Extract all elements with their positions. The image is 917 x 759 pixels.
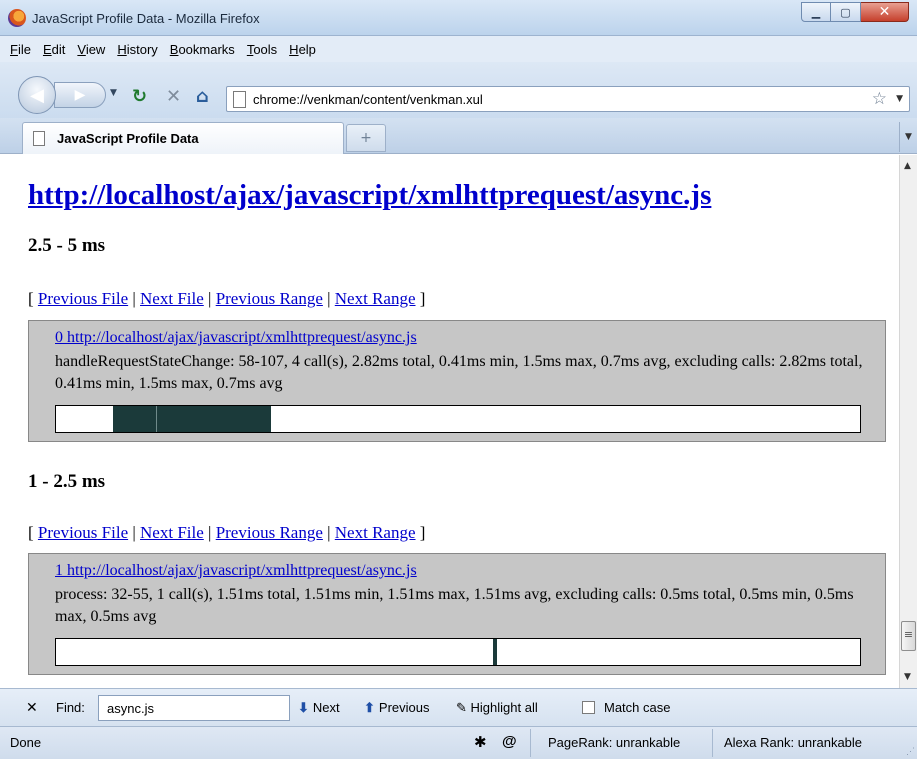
range-heading: 1 - 2.5 ms [28,471,106,492]
entry-link[interactable]: 0 http://localhost/ajax/javascript/xmlht… [55,329,417,347]
timing-bar-tick [156,406,157,432]
timing-bar-fill [113,406,271,432]
url-bar[interactable]: chrome://venkman/content/venkman.xul ☆ ▼ [226,86,910,112]
arrow-up-icon: ⬆ [364,700,375,715]
back-button[interactable]: ◀ [18,76,56,114]
entry-stats: handleRequestStateChange: 58-107, 4 call… [55,353,863,392]
status-text: Done [10,735,42,750]
file-link[interactable]: http://localhost/ajax/javascript/xmlhttp… [28,179,711,212]
firebug-icon[interactable]: ✱ [474,733,487,751]
next-file-link[interactable]: Next File [140,289,204,308]
list-all-tabs-icon[interactable]: ▼ [899,122,917,152]
title-bar: JavaScript Profile Data - Mozilla Firefo… [0,0,917,36]
status-divider [712,729,713,757]
navigation-toolbar: ▶ ◀ ▼ ↻ ✕ ⌂ chrome://venkman/content/ven… [0,62,917,118]
at-sign-icon[interactable]: @ [502,733,517,750]
firefox-icon [8,9,26,27]
timing-bar [55,405,861,433]
arrow-right-icon: ▶ [74,87,86,103]
vertical-scrollbar[interactable]: ▲ ≡ ▼ [899,155,917,688]
entry-index[interactable]: 0 [55,329,63,346]
entry-index[interactable]: 1 [55,562,63,579]
menu-view[interactable]: View [71,42,111,57]
window-title: JavaScript Profile Data - Mozilla Firefo… [32,11,260,26]
next-file-link[interactable]: Next File [140,523,204,542]
resize-grip-icon[interactable]: ⋰ [906,746,915,757]
plus-icon: + [360,130,372,146]
entry-stats: process: 32-55, 1 call(s), 1.51ms total,… [55,586,854,625]
new-tab-button[interactable]: + [346,124,386,152]
menu-edit[interactable]: Edit [37,42,71,57]
range-nav: [ Previous File | Next File | Previous R… [28,523,426,542]
alexa-status[interactable]: Alexa Rank: unrankable [724,735,862,750]
menu-help[interactable]: Help [283,42,322,57]
next-range-link[interactable]: Next Range [335,289,416,308]
entry-url[interactable]: http://localhost/ajax/javascript/xmlhttp… [67,562,417,579]
arrow-down-icon: ⬇ [298,700,309,715]
reload-icon[interactable]: ↻ [132,86,147,107]
page-icon [233,91,246,108]
find-next-button[interactable]: ⬇ Next [298,700,340,716]
previous-range-link[interactable]: Previous Range [216,523,323,542]
menu-history[interactable]: History [111,42,163,57]
minimize-button[interactable]: ▁ [801,2,831,22]
range-heading: 2.5 - 5 ms [28,235,106,256]
scroll-thumb[interactable]: ≡ [901,621,916,651]
home-icon[interactable]: ⌂ [196,86,209,107]
timing-bar-fill [493,639,498,665]
scroll-up-icon[interactable]: ▲ [904,161,911,171]
tab-label: JavaScript Profile Data [57,131,199,146]
scroll-down-icon[interactable]: ▼ [904,672,911,682]
next-range-link[interactable]: Next Range [335,523,416,542]
menu-bookmarks[interactable]: Bookmarks [164,42,241,57]
tab-bar: JavaScript Profile Data + ▼ [0,118,917,154]
page-icon [33,131,45,146]
status-bar: Done ✱ @ PageRank: unrankable Alexa Rank… [0,726,917,759]
match-case-checkbox[interactable] [582,701,595,714]
previous-file-link[interactable]: Previous File [38,523,128,542]
find-bar: ✕ Find: ⬇Next ⬆Previous ✎ Highlight all … [0,688,917,726]
highlight-all-button[interactable]: ✎ Highlight all [456,700,538,716]
find-input[interactable] [98,695,290,721]
profile-entry: 0 http://localhost/ajax/javascript/xmlht… [28,320,886,442]
find-previous-label: Previous [378,700,430,715]
page-content: http://localhost/ajax/javascript/xmlhttp… [0,155,899,688]
url-text[interactable]: chrome://venkman/content/venkman.xul [253,92,483,107]
menu-file[interactable]: File [4,42,37,57]
bookmark-star-icon[interactable]: ☆ [872,89,887,109]
tab-profile-data[interactable]: JavaScript Profile Data [22,122,344,154]
menu-tools[interactable]: Tools [241,42,283,57]
maximize-button[interactable]: ▢ [831,2,861,22]
find-next-label: Next [312,700,340,715]
previous-range-link[interactable]: Previous Range [216,289,323,308]
status-divider [530,729,531,757]
stop-icon[interactable]: ✕ [166,86,181,107]
history-dropdown-icon[interactable]: ▼ [110,88,117,98]
highlight-all-label: Highlight all [470,700,538,715]
timing-bar [55,638,861,666]
menu-bar: File Edit View History Bookmarks Tools H… [0,36,917,62]
close-button[interactable]: ✕ [861,2,909,22]
entry-url[interactable]: http://localhost/ajax/javascript/xmlhttp… [67,329,417,346]
entry-link[interactable]: 1 http://localhost/ajax/javascript/xmlht… [55,562,417,580]
close-find-icon[interactable]: ✕ [26,699,38,716]
highlighter-icon: ✎ [456,700,467,715]
find-previous-button[interactable]: ⬆ Previous [364,700,429,716]
match-case-label[interactable]: Match case [604,700,670,715]
pagerank-status[interactable]: PageRank: unrankable [548,735,680,750]
back-forward-group: ▶ ◀ ▼ [18,76,120,114]
previous-file-link[interactable]: Previous File [38,289,128,308]
window-controls: ▁ ▢ ✕ [801,2,909,22]
forward-button[interactable]: ▶ [54,82,106,108]
find-label: Find: [56,700,85,715]
range-nav: [ Previous File | Next File | Previous R… [28,289,426,308]
url-dropdown-icon[interactable]: ▼ [896,94,903,104]
profile-entry: 1 http://localhost/ajax/javascript/xmlht… [28,553,886,675]
arrow-left-icon: ◀ [30,84,44,106]
